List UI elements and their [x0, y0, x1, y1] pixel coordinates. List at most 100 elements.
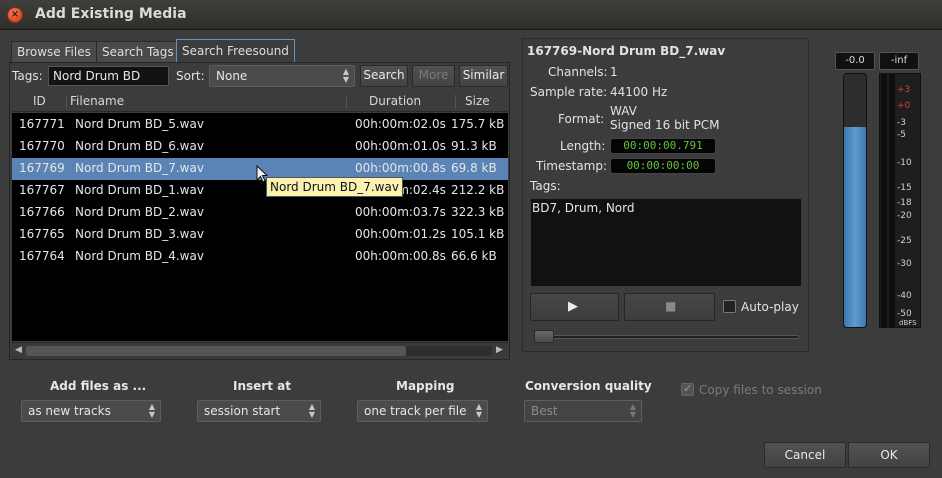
- meter-tick-label: +3: [897, 85, 911, 95]
- cell-filename: Nord Drum BD_2.wav: [75, 205, 204, 219]
- spin-arrows-icon: ▲ ▼: [308, 402, 315, 419]
- meter-tick-label: +0: [897, 101, 911, 111]
- cell-filename: Nord Drum BD_4.wav: [75, 249, 204, 263]
- cell-filename: Nord Drum BD_7.wav: [75, 161, 204, 175]
- cell-id: 167771: [19, 117, 65, 131]
- title-bar: × Add Existing Media: [0, 0, 942, 30]
- stop-icon: ■: [665, 299, 677, 313]
- format-label: Format:: [558, 112, 605, 126]
- similar-button[interactable]: Similar: [459, 65, 508, 87]
- tab-search-tags[interactable]: Search Tags: [96, 41, 180, 62]
- column-separator: [455, 95, 456, 109]
- level-meter-fill: [844, 127, 866, 327]
- more-button[interactable]: More: [412, 65, 455, 87]
- scroll-thumb[interactable]: [26, 346, 406, 356]
- insert-at-select[interactable]: session start ▲ ▼: [197, 400, 321, 422]
- cell-id: 167766: [19, 205, 65, 219]
- copy-files-checkbox[interactable]: ✓: [681, 382, 694, 396]
- autoplay-checkbox[interactable]: [723, 300, 736, 313]
- cell-size: 105.1 kB: [451, 227, 505, 241]
- horizontal-scrollbar[interactable]: ◀ ▶: [12, 342, 508, 358]
- table-row[interactable]: 167766 Nord Drum BD_2.wav 00h:00m:03.7s …: [12, 202, 508, 224]
- sort-select[interactable]: None ▲ ▼: [209, 65, 355, 87]
- meter-channel: [881, 74, 887, 327]
- table-row[interactable]: 167764 Nord Drum BD_4.wav 00h:00m:00.8s …: [12, 246, 508, 268]
- column-separator: [66, 95, 67, 109]
- meter-tick-label: -15: [897, 183, 912, 193]
- mapping-value: one track per file: [364, 404, 467, 418]
- cell-filename: Nord Drum BD_6.wav: [75, 139, 204, 153]
- check-icon: ✓: [683, 382, 693, 395]
- cell-id: 167770: [19, 139, 65, 153]
- column-separator: [346, 95, 347, 109]
- conversion-quality-select[interactable]: Best ▲ ▼: [524, 400, 642, 422]
- cell-size: 69.8 kB: [451, 161, 497, 175]
- column-filename[interactable]: Filename: [70, 94, 124, 108]
- sample-rate-value: 44100 Hz: [610, 85, 668, 99]
- meter-tick-label: -18: [897, 198, 912, 208]
- add-files-value: as new tracks: [28, 404, 111, 418]
- seek-slider-handle[interactable]: [534, 330, 554, 343]
- peak-readout-right[interactable]: -inf: [879, 52, 919, 70]
- table-row[interactable]: 167767 Nord Drum BD_1.wav 00h:00m:02.4s …: [12, 180, 508, 202]
- seek-slider-track[interactable]: [535, 335, 799, 339]
- spin-arrows-icon: ▲ ▼: [342, 67, 349, 84]
- spin-arrows-icon: ▲ ▼: [629, 402, 636, 419]
- table-row[interactable]: 167770 Nord Drum BD_6.wav 00h:00m:01.0s …: [12, 136, 508, 158]
- spin-arrows-icon: ▲ ▼: [148, 402, 155, 419]
- cell-size: 91.3 kB: [451, 139, 497, 153]
- column-id[interactable]: ID: [33, 94, 46, 108]
- cancel-button[interactable]: Cancel: [764, 442, 846, 468]
- meter-tick-label: -20: [897, 211, 912, 221]
- mapping-select[interactable]: one track per file ▲ ▼: [357, 400, 488, 422]
- cell-size: 212.2 kB: [451, 183, 505, 197]
- stop-button[interactable]: ■: [624, 293, 715, 321]
- conversion-quality-label: Conversion quality: [525, 379, 652, 393]
- tags-text-area[interactable]: BD7, Drum, Nord: [530, 198, 802, 287]
- tab-search-freesound[interactable]: Search Freesound: [176, 39, 295, 63]
- timestamp-display: 00:00:00:00: [610, 158, 716, 174]
- cell-id: 167764: [19, 249, 65, 263]
- conversion-quality-value: Best: [531, 404, 558, 418]
- meter-tick-label: -30: [897, 259, 912, 269]
- meter-tick-label: -50: [897, 309, 912, 319]
- format-container: WAV: [610, 104, 637, 118]
- window-title: Add Existing Media: [35, 6, 187, 22]
- column-duration[interactable]: Duration: [369, 94, 421, 108]
- close-icon[interactable]: ×: [7, 7, 23, 23]
- meter-tick-label: -25: [897, 236, 912, 246]
- autoplay-label: Auto-play: [741, 300, 799, 314]
- cell-duration: 00h:00m:02.0s: [355, 117, 446, 131]
- scroll-right-icon[interactable]: ▶: [496, 345, 503, 355]
- meter-tick-label: -3: [897, 118, 906, 128]
- tab-browse-files[interactable]: Browse Files: [11, 41, 97, 62]
- cell-filename: Nord Drum BD_5.wav: [75, 117, 204, 131]
- table-row[interactable]: 167765 Nord Drum BD_3.wav 00h:00m:01.2s …: [12, 224, 508, 246]
- tags-info-label: Tags:: [530, 179, 561, 193]
- tags-input[interactable]: Nord Drum BD: [48, 66, 169, 86]
- cell-duration: 00h:00m:00.8s: [355, 161, 446, 175]
- mapping-label: Mapping: [396, 379, 455, 393]
- cell-filename: Nord Drum BD_1.wav: [75, 183, 204, 197]
- table-row[interactable]: 167771 Nord Drum BD_5.wav 00h:00m:02.0s …: [12, 114, 508, 136]
- ok-button[interactable]: OK: [848, 442, 930, 468]
- cell-duration: 00h:00m:01.0s: [355, 139, 446, 153]
- play-icon: ▶: [568, 299, 578, 314]
- level-meter: [843, 73, 867, 328]
- peak-readout-left[interactable]: -0.0: [835, 52, 875, 70]
- cell-size: 322.3 kB: [451, 205, 505, 219]
- sort-select-value: None: [216, 69, 248, 83]
- cell-size: 66.6 kB: [451, 249, 497, 263]
- meter-tick-label: -5: [897, 130, 906, 140]
- tags-label: Tags:: [12, 69, 43, 83]
- results-table-header: ID Filename Duration Size: [12, 92, 508, 112]
- add-files-select[interactable]: as new tracks ▲ ▼: [21, 400, 161, 422]
- play-button[interactable]: ▶: [530, 293, 619, 321]
- scroll-left-icon[interactable]: ◀: [15, 345, 22, 355]
- column-size[interactable]: Size: [465, 94, 490, 108]
- search-button[interactable]: Search: [360, 65, 408, 87]
- cell-duration: 00h:00m:00.8s: [355, 249, 446, 263]
- copy-files-label: Copy files to session: [699, 383, 822, 397]
- spin-arrows-icon: ▲ ▼: [475, 402, 482, 419]
- meter-unit: dBFS: [899, 319, 917, 327]
